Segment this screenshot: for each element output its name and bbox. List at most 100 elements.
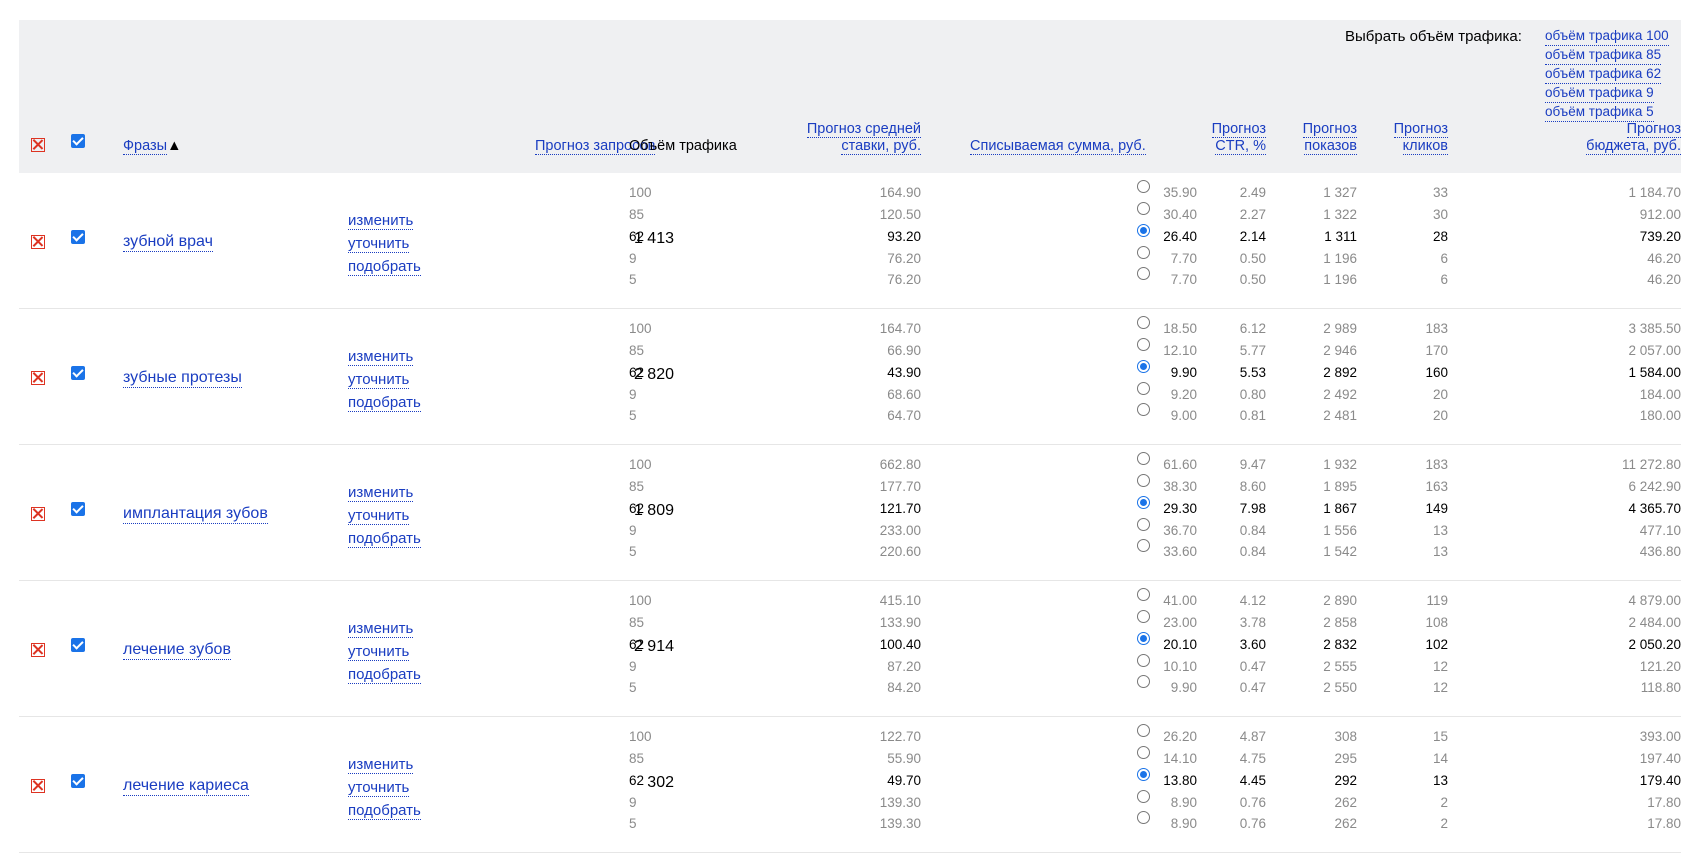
cell-traffic: 100 [629, 185, 652, 200]
cell-ctr: 0.50 [1239, 272, 1266, 287]
traffic-radio[interactable] [1137, 588, 1150, 601]
col-ctr[interactable]: Прогноз CTR, % [1199, 121, 1266, 155]
col-budget[interactable]: Прогноз бюджета, руб. [1499, 121, 1681, 155]
cell-bid: 49.70 [887, 773, 921, 788]
traffic-radio[interactable] [1137, 610, 1150, 623]
cell-charge: 29.30 [1163, 501, 1197, 516]
traffic-radio[interactable] [1137, 202, 1150, 215]
cell-clicks: 108 [1425, 615, 1448, 630]
col-phrases[interactable]: Фразы▲ [123, 138, 181, 155]
sort-asc-icon: ▲ [167, 138, 182, 154]
traffic-radio[interactable] [1137, 267, 1150, 280]
traffic-radio[interactable] [1137, 632, 1150, 645]
traffic-radio[interactable] [1137, 360, 1150, 373]
select-all-checkbox[interactable] [71, 134, 85, 148]
traffic-radio[interactable] [1137, 180, 1150, 193]
traffic-row: 5 64.70 9.00 0.81 2 481 20 180.00 [19, 403, 1681, 428]
traffic-radio[interactable] [1137, 403, 1150, 416]
cell-traffic: 5 [629, 408, 637, 423]
cell-clicks: 149 [1425, 501, 1448, 516]
traffic-radio[interactable] [1137, 811, 1150, 824]
traffic-link-62[interactable]: объём трафика 62 [1545, 65, 1662, 84]
cell-ctr: 0.81 [1239, 408, 1266, 423]
phrase-groups: зубной врач изменить уточнить подобрать 1 41… [19, 173, 1681, 853]
col-bid-line2[interactable]: ставки, руб. [841, 138, 921, 155]
col-budget-line2[interactable]: бюджета, руб. [1586, 138, 1681, 155]
cell-ctr: 2.14 [1239, 229, 1266, 244]
table-header: Выбрать объём трафика: объём трафика 100… [19, 20, 1681, 173]
col-phrases-label[interactable]: Фразы [123, 138, 168, 155]
cell-ctr: 0.50 [1239, 251, 1266, 266]
col-shows[interactable]: Прогноз показов [1289, 121, 1357, 155]
cell-traffic: 85 [629, 479, 645, 494]
cell-traffic: 9 [629, 795, 637, 810]
cell-shows: 2 989 [1323, 321, 1357, 336]
col-charge-label[interactable]: Списываемая сумма, руб. [970, 138, 1146, 155]
col-charge[interactable]: Списываемая сумма, руб. [970, 138, 1146, 155]
cell-ctr: 7.98 [1239, 501, 1266, 516]
cell-shows: 1 311 [1324, 229, 1357, 244]
col-ctr-line2[interactable]: CTR, % [1215, 138, 1266, 155]
cell-clicks: 14 [1432, 751, 1448, 766]
traffic-radio[interactable] [1137, 452, 1150, 465]
traffic-radio[interactable] [1137, 724, 1150, 737]
cell-traffic: 5 [629, 680, 637, 695]
cell-ctr: 9.47 [1239, 457, 1266, 472]
traffic-row: 5 76.20 7.70 0.50 1 196 6 46.20 [19, 267, 1681, 292]
traffic-row: 85 55.90 14.10 4.75 295 14 197.40 [19, 746, 1681, 771]
cell-charge: 7.70 [1170, 272, 1197, 287]
cell-traffic: 5 [629, 816, 637, 831]
col-clicks-line1[interactable]: Прогноз [1393, 121, 1448, 138]
phrase-group: лечение зубов изменить уточнить подобрать 2 … [19, 581, 1681, 717]
traffic-radio[interactable] [1137, 790, 1150, 803]
traffic-radio[interactable] [1137, 768, 1150, 781]
cell-bid: 122.70 [879, 729, 921, 744]
cell-ctr: 6.12 [1239, 321, 1266, 336]
col-traffic: Объём трафика [629, 138, 737, 154]
col-bid-line1[interactable]: Прогноз средней [806, 121, 921, 138]
cell-shows: 2 890 [1323, 593, 1357, 608]
traffic-radio[interactable] [1137, 675, 1150, 688]
cell-bid: 55.90 [887, 751, 921, 766]
cell-charge: 36.70 [1163, 523, 1197, 538]
phrase-group: имплантация зубов изменить уточнить подобра… [19, 445, 1681, 581]
traffic-radio[interactable] [1137, 316, 1150, 329]
col-bid[interactable]: Прогноз средней ставки, руб. [799, 121, 921, 155]
cell-clicks: 28 [1432, 229, 1448, 244]
traffic-radio[interactable] [1137, 518, 1150, 531]
traffic-radio[interactable] [1137, 382, 1150, 395]
cell-shows: 2 892 [1323, 365, 1357, 380]
col-shows-line1[interactable]: Прогноз [1302, 121, 1357, 138]
cell-budget: 477.10 [1639, 523, 1681, 538]
col-shows-line2[interactable]: показов [1304, 138, 1357, 155]
cell-ctr: 3.78 [1239, 615, 1266, 630]
traffic-radio[interactable] [1137, 654, 1150, 667]
traffic-link-100[interactable]: объём трафика 100 [1545, 27, 1669, 46]
traffic-link-5[interactable]: объём трафика 5 [1545, 103, 1654, 122]
traffic-radio[interactable] [1137, 338, 1150, 351]
remove-all-icon[interactable] [31, 138, 45, 152]
cell-budget: 121.20 [1639, 659, 1681, 674]
cell-charge: 10.10 [1163, 659, 1197, 674]
cell-budget: 739.20 [1639, 229, 1681, 244]
traffic-radio[interactable] [1137, 224, 1150, 237]
traffic-link-85[interactable]: объём трафика 85 [1545, 46, 1662, 65]
traffic-radio[interactable] [1137, 539, 1150, 552]
cell-budget: 184.00 [1639, 387, 1681, 402]
traffic-row: 100 662.80 61.60 9.47 1 932 183 11 272.80 [19, 452, 1681, 477]
phrase-group: зубные протезы изменить уточнить подобрать 2… [19, 309, 1681, 445]
cell-clicks: 2 [1440, 816, 1448, 831]
cell-ctr: 0.84 [1239, 544, 1266, 559]
traffic-link-9[interactable]: объём трафика 9 [1545, 84, 1654, 103]
col-clicks[interactable]: Прогноз кликов [1379, 121, 1448, 155]
traffic-radio[interactable] [1137, 474, 1150, 487]
col-ctr-line1[interactable]: Прогноз [1211, 121, 1266, 138]
traffic-radio[interactable] [1137, 496, 1150, 509]
cell-budget: 179.40 [1639, 773, 1681, 788]
traffic-radio[interactable] [1137, 746, 1150, 759]
cell-bid: 100.40 [879, 637, 921, 652]
col-budget-line1[interactable]: Прогноз [1626, 121, 1681, 138]
col-clicks-line2[interactable]: кликов [1402, 138, 1448, 155]
traffic-row: 85 133.90 23.00 3.78 2 858 108 2 484.00 [19, 610, 1681, 635]
traffic-radio[interactable] [1137, 246, 1150, 259]
